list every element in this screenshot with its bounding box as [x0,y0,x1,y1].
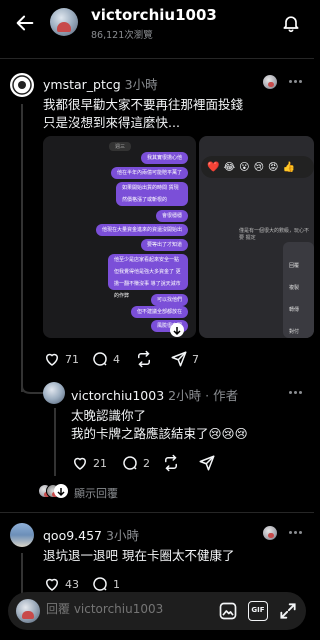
send-icon [199,455,215,471]
username-text[interactable]: ymstar_ptcg [43,77,121,92]
comment-count: 2 [143,456,150,470]
more-options-icon[interactable] [289,531,303,535]
username-text[interactable]: victorchiu1003 [71,388,164,403]
like-count: 21 [93,456,107,470]
reaction-emoji: 😡 [268,161,279,173]
post-avatar[interactable] [10,523,34,547]
like-count: 43 [65,577,79,591]
chat-bubble: 我其實很擔心他 [140,152,188,164]
gif-button[interactable]: GIF [248,601,268,621]
show-replies-link[interactable]: 顯示回覆 [74,485,118,501]
bell-icon[interactable] [281,12,301,34]
blurred-message: 僅是有一個很大的數級，玩心不要 擺定 [239,228,310,241]
reply-composer: GIF [8,592,306,630]
back-arrow-icon[interactable] [14,12,36,34]
chat-bubble: 要等出了才知道 [140,239,188,251]
comment-count: 4 [113,352,120,366]
reply-username[interactable]: victorchiu1003 2小時 · 作者 [71,385,238,404]
chat-bubble: 可以找他們 [150,294,188,306]
scroll-down-icon[interactable] [170,323,184,337]
repost-button[interactable] [162,454,180,472]
post-image-1[interactable]: 週三 我其實很擔心他 他在半年內兩億可能賠平萬了 如果開始出貨的時間 貨現然價格… [43,136,196,338]
reaction-emoji: ❤️ [207,161,220,173]
view-count: 86,121次瀏覽 [91,30,153,41]
chat-bubble: 他至少是店家看起來安全一點 但我覺得他是強大多資金了 更擔一翻不賺沒事 導了說天… [108,254,188,299]
repost-icon [165,454,177,472]
share-count: 7 [192,352,199,366]
reply-line-2: 我的卡牌之路應該結束了😢😢😢 [71,426,248,441]
reply-avatars[interactable] [38,484,72,500]
thread-line [21,104,23,384]
chat-bubble: 他現在大量資金進來的資還沒開始出 [95,224,188,236]
chat-bubble: 但不建議全部都放在 [130,306,188,318]
like-button[interactable]: 21 [71,454,107,472]
more-options-icon[interactable] [289,391,303,395]
comment-button[interactable]: 1 [91,575,120,593]
author-tag: 作者 [213,388,239,403]
reaction-bar: ❤️ 😂 😮 😢 😡 👍 [201,156,314,178]
arrow-down-icon [54,484,68,498]
heart-icon [73,457,87,470]
more-options-icon[interactable] [289,80,303,84]
mentioned-avatar[interactable] [262,525,278,541]
post-time: 3小時 [124,77,158,92]
post-line-2: 只是沒想到來得這麼快... [43,115,180,130]
composer-avatar [16,599,40,623]
divider [0,512,314,513]
comment-icon [93,577,107,591]
comment-button[interactable]: 4 [91,350,120,368]
like-button[interactable]: 43 [43,575,79,593]
reply-line-1: 太晚認識你了 [71,408,147,423]
expand-icon[interactable] [278,601,298,621]
post-image-2[interactable]: ❤️ 😂 😮 😢 😡 👍 僅是有一個很大的數級，玩心不要 擺定 回覆 複製 轉傳… [199,136,314,338]
post-username[interactable]: qoo9.457 3小時 [43,525,139,544]
reaction-emoji: 😢 [253,161,265,173]
reply-input[interactable] [46,602,186,616]
reply-avatar[interactable] [43,382,65,404]
context-menu: 回覆 複製 轉傳 對付 [283,242,314,338]
mentioned-avatar[interactable] [262,74,278,90]
heart-icon [45,353,59,366]
post-avatar[interactable] [10,73,34,97]
heart-icon [45,578,59,591]
comment-count: 1 [113,577,120,591]
menu-item-copy: 複製 [289,285,300,291]
reaction-emoji: 😮 [239,161,250,173]
repost-icon [138,350,150,368]
image-icon[interactable] [218,601,238,621]
chat-date-label: 週三 [109,142,132,151]
thread-line [21,553,23,593]
share-button[interactable]: 7 [170,350,199,368]
reaction-emoji: 😂 [223,161,236,173]
thread-line [54,408,56,476]
menu-item-other: 對付 [289,329,300,335]
chat-bubble: 他在半年內兩億可能賠平萬了 [110,167,188,179]
username-text[interactable]: qoo9.457 [43,528,102,543]
like-count: 71 [65,352,79,366]
divider [0,58,314,59]
post-line-1: 退坑退一退吧 現在卡圈太不健康了 [43,548,235,563]
reply-connector-curve [21,380,45,394]
post-time: 3小時 [106,528,139,543]
page-title: victorchiu1003 [91,6,217,24]
profile-avatar[interactable] [50,8,78,36]
post-username[interactable]: ymstar_ptcg 3小時 [43,74,158,93]
post-line-1: 我都很早勸大家不要再往那裡面投錢 [43,97,244,112]
like-button[interactable]: 71 [43,350,79,368]
send-icon [171,351,187,367]
chat-bubble: 如果開始出貨的時間 貨現然價格漲了或斬根的 [116,182,188,206]
comment-button[interactable]: 2 [121,454,150,472]
comment-icon [93,352,107,366]
menu-item-reply: 回覆 [289,263,300,269]
reaction-emoji: 👍 [282,161,295,173]
menu-item-forward: 轉傳 [289,307,300,313]
chat-bubble: 會很穩穩 [155,210,188,222]
share-button[interactable] [198,454,216,472]
reply-time: 2小時 [168,388,202,403]
top-bar: victorchiu1003 86,121次瀏覽 [0,0,314,50]
repost-button[interactable] [135,350,153,368]
comment-icon [123,456,137,470]
